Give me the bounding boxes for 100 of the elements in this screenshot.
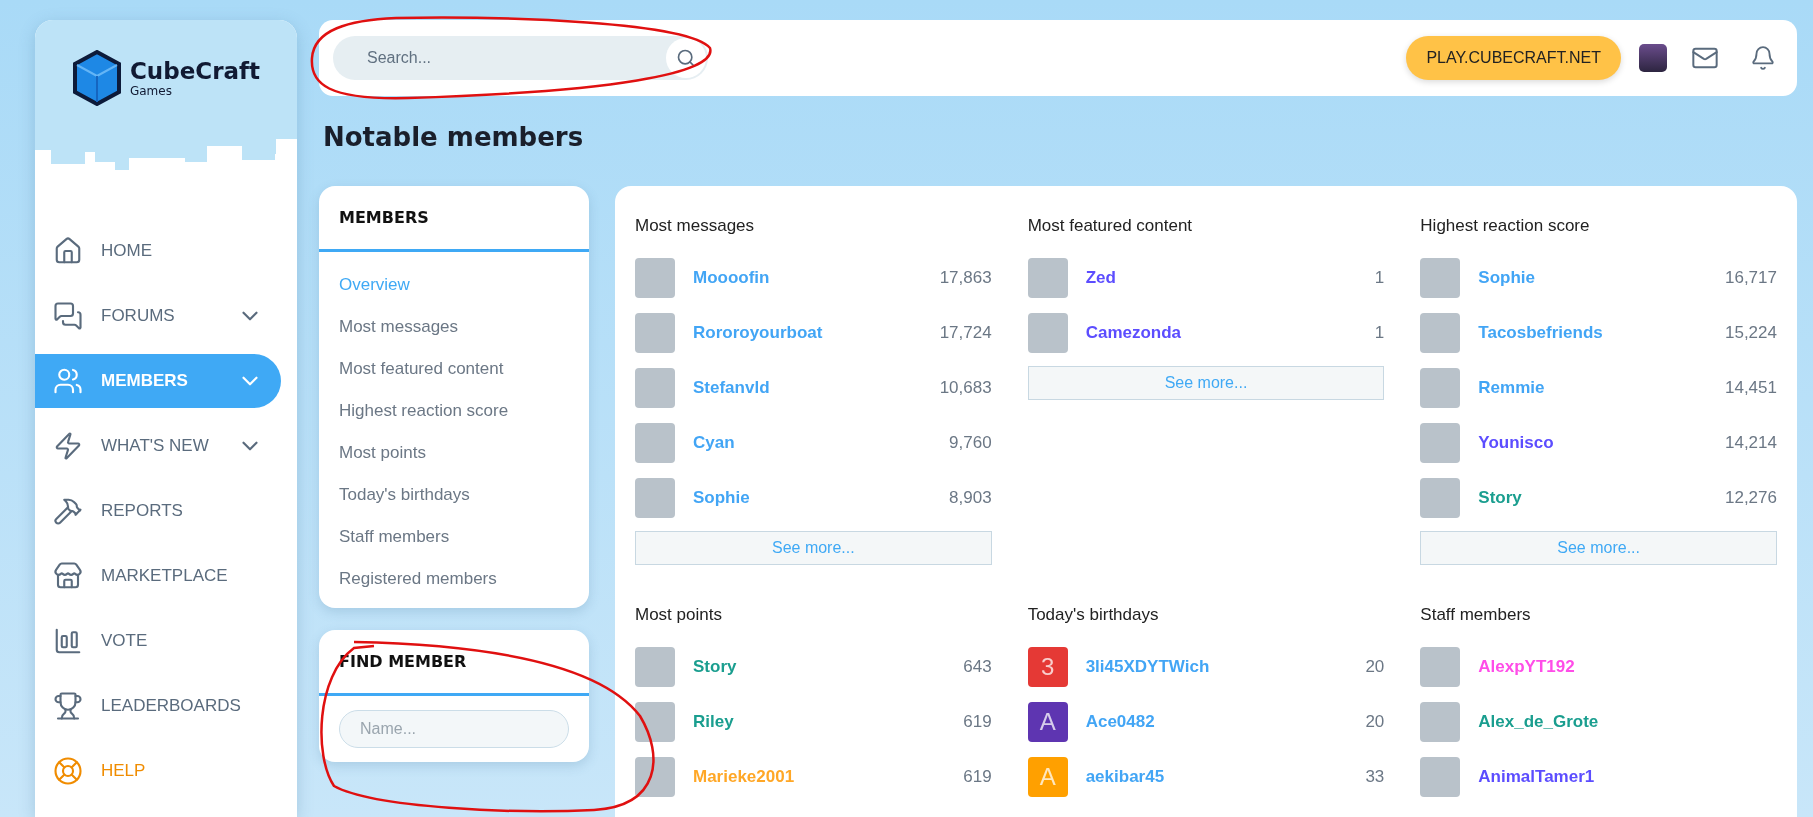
see-more-button[interactable]: See more... xyxy=(1027,366,1385,400)
avatar-photo-placeholder xyxy=(635,257,675,298)
member-name-link[interactable]: Remmie xyxy=(1478,377,1707,398)
menu-link[interactable]: Most points xyxy=(319,432,589,474)
member-name-link[interactable]: Sophie xyxy=(1478,267,1707,288)
menu-link[interactable]: Most featured content xyxy=(319,348,589,390)
page-title: Notable members xyxy=(323,122,585,152)
avatar-photo-placeholder xyxy=(1420,701,1461,742)
member-name-link[interactable]: Tacosbefriends xyxy=(1478,322,1707,343)
member-count: 33 xyxy=(1365,766,1385,787)
member-count: 17,863 xyxy=(939,267,992,288)
cube-logo-icon xyxy=(71,49,122,106)
server-address-button[interactable]: PLAY.CUBECRAFT.NET xyxy=(1406,36,1621,80)
menu-link[interactable]: Staff members xyxy=(319,516,589,558)
member-name-link[interactable]: Ace0482 xyxy=(1085,711,1348,732)
member-name-link[interactable]: Alex_de_Grote xyxy=(1478,711,1777,732)
lightning-icon xyxy=(53,431,83,461)
avatar-photo-placeholder xyxy=(1420,422,1461,463)
card-title: FIND MEMBER xyxy=(319,630,589,696)
avatar-photo-placeholder xyxy=(1420,756,1461,797)
logo-name: CubeCraft xyxy=(129,57,261,84)
member-name-link[interactable]: 3li45XDYTWich xyxy=(1085,656,1348,677)
bar-chart-icon xyxy=(53,626,83,656)
member-count: 17,724 xyxy=(939,322,992,343)
member-name-link[interactable]: Cyan xyxy=(693,432,932,453)
avatar-photo-placeholder xyxy=(1420,312,1461,353)
member-count: 15,224 xyxy=(1725,322,1777,343)
member-name-link[interactable]: Marieke2001 xyxy=(693,766,946,787)
member-name-link[interactable]: Rororoyourboat xyxy=(693,322,922,343)
avatar-photo-placeholder xyxy=(1027,312,1068,353)
avatar-photo-placeholder xyxy=(1420,257,1461,298)
member-name-link[interactable]: Moooofin xyxy=(693,267,922,288)
people-icon xyxy=(53,366,83,396)
member-name-link[interactable]: Younisco xyxy=(1478,432,1707,453)
avatar-photo-placeholder xyxy=(1420,477,1461,518)
see-more-button[interactable]: See more... xyxy=(1420,531,1777,565)
card-title: MEMBERS xyxy=(319,186,589,252)
avatar-photo-placeholder xyxy=(1420,367,1461,408)
member-count: 619 xyxy=(963,711,992,732)
sidebar-item[interactable]: LEADERBOARDS xyxy=(35,679,281,733)
member-name-link[interactable]: AlexpYT192 xyxy=(1478,656,1777,677)
letter-avatar: A xyxy=(1027,701,1068,742)
sidebar-item[interactable]: FORUMS xyxy=(35,289,281,343)
avatar-photo-placeholder xyxy=(1420,646,1461,687)
search-icon xyxy=(676,48,696,68)
member-name-link[interactable]: Zed xyxy=(1085,267,1357,288)
section-title: Today's birthdays xyxy=(1027,605,1160,625)
search-field[interactable]: Search... xyxy=(333,36,708,80)
member-name-link[interactable]: Sophie xyxy=(693,487,932,508)
user-avatar-photo-placeholder[interactable] xyxy=(1639,44,1667,72)
member-count: 8,903 xyxy=(949,487,992,508)
lifebuoy-icon xyxy=(53,756,83,786)
house-icon xyxy=(53,236,83,266)
sidebar-item[interactable]: MEMBERS xyxy=(35,354,281,408)
section-title: Most featured content xyxy=(1027,216,1194,236)
sidebar-item[interactable]: HELP xyxy=(35,744,281,798)
see-more-button[interactable]: See more... xyxy=(635,531,992,565)
letter-avatar: A xyxy=(1027,756,1068,797)
member-name-link[interactable]: aekibar45 xyxy=(1085,766,1348,787)
sidebar-item[interactable]: HOME xyxy=(35,224,281,278)
member-count: 619 xyxy=(963,766,992,787)
avatar-photo-placeholder xyxy=(635,312,675,353)
member-count: 9,760 xyxy=(949,432,992,453)
member-name-link[interactable]: AnimalTamer1 xyxy=(1478,766,1777,787)
menu-link[interactable]: Highest reaction score xyxy=(319,390,589,432)
menu-link[interactable]: Today's birthdays xyxy=(319,474,589,516)
section-title: Staff members xyxy=(1420,605,1532,625)
member-name-link[interactable]: Riley xyxy=(693,711,946,732)
member-count: 16,717 xyxy=(1725,267,1777,288)
avatar-photo-placeholder xyxy=(635,422,675,463)
sidebar-item[interactable]: MARKETPLACE xyxy=(35,549,281,603)
avatar-photo-placeholder xyxy=(635,756,675,797)
hammer-icon xyxy=(53,496,83,526)
menu-link[interactable]: Overview xyxy=(319,264,589,306)
chat-bubbles-icon xyxy=(53,301,83,331)
avatar-photo-placeholder xyxy=(635,701,675,742)
letter-avatar: 3 xyxy=(1027,646,1068,687)
member-name-link[interactable]: Story xyxy=(1478,487,1707,508)
section-title: Highest reaction score xyxy=(1420,216,1591,236)
member-count: 1 xyxy=(1374,267,1385,288)
logo-subtitle: Games xyxy=(129,83,173,98)
member-name-link[interactable]: Camezonda xyxy=(1085,322,1357,343)
avatar-photo-placeholder xyxy=(635,646,675,687)
member-name-link[interactable]: Stefanvld xyxy=(693,377,922,398)
sidebar-item[interactable]: REPORTS xyxy=(35,484,281,538)
menu-link[interactable]: Registered members xyxy=(319,558,589,600)
sidebar-item[interactable]: WHAT'S NEW xyxy=(35,419,281,473)
menu-link[interactable]: Most messages xyxy=(319,306,589,348)
avatar-photo-placeholder xyxy=(1027,257,1068,298)
section-title: Most messages xyxy=(635,216,756,236)
avatar-photo-placeholder xyxy=(635,477,675,518)
sidebar-item[interactable]: VOTE xyxy=(35,614,281,668)
member-count: 14,451 xyxy=(1725,377,1777,398)
member-name-link[interactable]: Story xyxy=(693,656,946,677)
avatar-photo-placeholder xyxy=(635,367,675,408)
member-count: 10,683 xyxy=(939,377,992,398)
name-input-field[interactable]: Name... xyxy=(339,710,569,748)
member-count: 1 xyxy=(1374,322,1385,343)
member-count: 643 xyxy=(963,656,992,677)
member-count: 12,276 xyxy=(1725,487,1777,508)
